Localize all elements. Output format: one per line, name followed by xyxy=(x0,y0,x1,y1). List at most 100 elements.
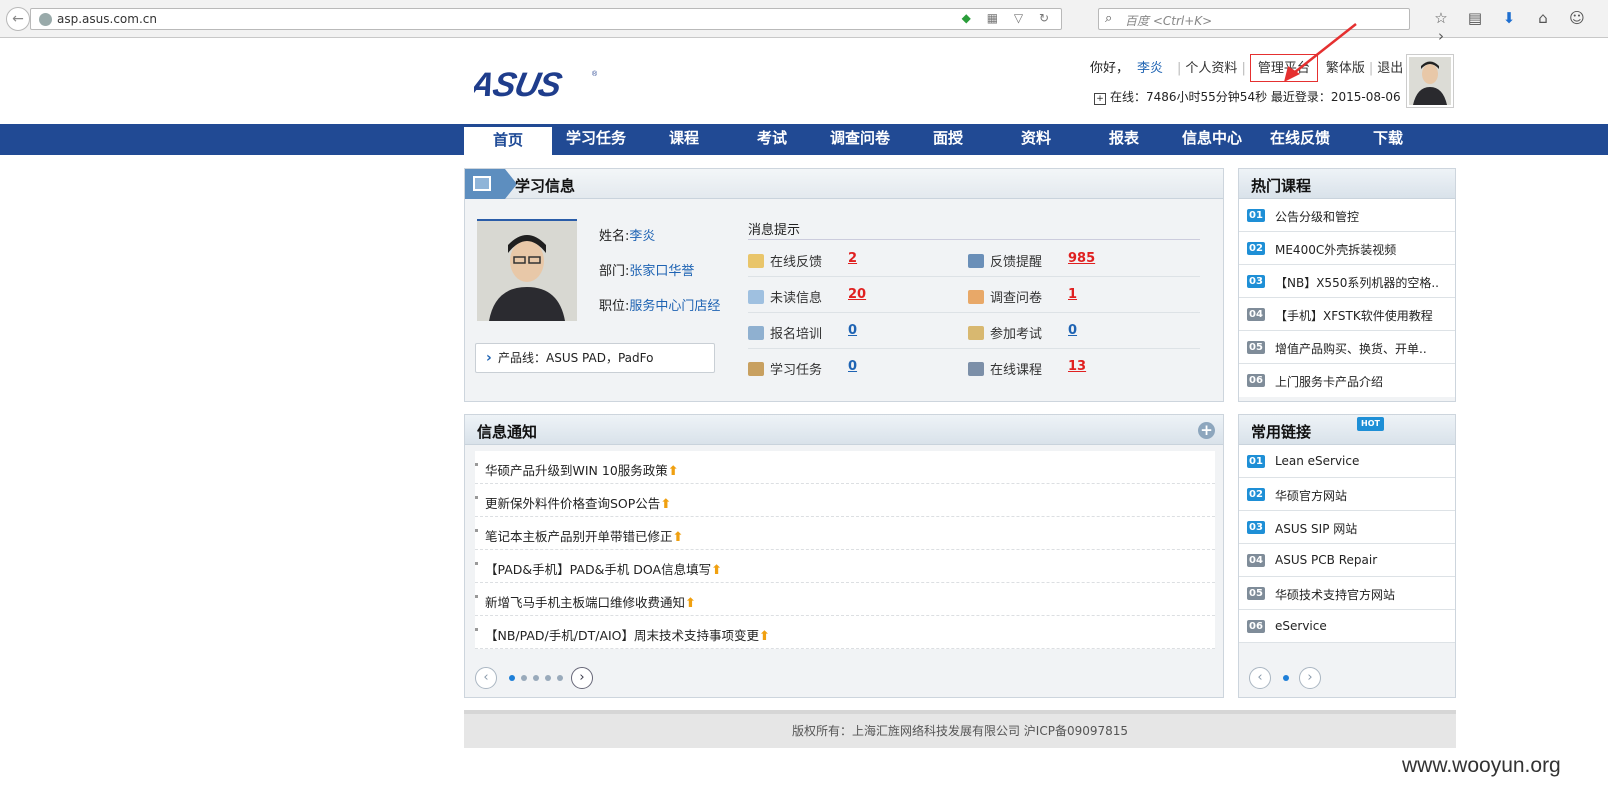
list-item[interactable]: 05 华硕技术支持官方网站 xyxy=(1239,577,1455,610)
list-item[interactable]: 更新保外料件价格查询SOP公告⬆ xyxy=(475,484,1215,517)
search-input[interactable]: ⌕ 百度 <Ctrl+K> xyxy=(1098,8,1410,30)
overflow-icon[interactable]: › xyxy=(1424,27,1458,45)
list-item[interactable]: 04 ASUS PCB Repair xyxy=(1239,544,1455,577)
nav-item-surveys[interactable]: 调查问卷 xyxy=(816,124,904,155)
list-item[interactable]: 03 ASUS SIP 网站 xyxy=(1239,511,1455,544)
list-item[interactable]: 02 华硕官方网站 xyxy=(1239,478,1455,511)
msg-label: 反馈提醒 xyxy=(990,255,1043,270)
link-text[interactable]: eService xyxy=(1275,619,1327,633)
list-item[interactable]: 【NB/PAD/手机/DT/AIO】周末技术支持事项变更⬆ xyxy=(475,616,1215,649)
page-dot[interactable] xyxy=(557,675,563,681)
list-item[interactable]: 04 【手机】XFSTK软件使用教程 xyxy=(1239,298,1455,331)
divider: | xyxy=(1177,61,1182,76)
msg-count-link[interactable]: 2 xyxy=(848,251,857,266)
link-text[interactable]: ASUS PCB Repair xyxy=(1275,553,1377,567)
page-dot[interactable] xyxy=(1283,675,1289,681)
dept-row: 部门:张家口华誉 xyxy=(599,260,694,279)
course-link[interactable]: 上门服务卡产品介绍 xyxy=(1275,373,1383,390)
dropdown-icon[interactable]: ▽ xyxy=(1014,11,1029,25)
dept-value[interactable]: 张家口华誉 xyxy=(629,264,694,279)
download-icon[interactable]: ⬇ xyxy=(1492,9,1526,27)
bookmark-star-icon[interactable]: ☆ xyxy=(1424,9,1458,27)
list-item[interactable]: 05 增值产品购买、换货、开单.. xyxy=(1239,331,1455,364)
search-placeholder: 百度 <Ctrl+K> xyxy=(1125,14,1213,28)
nav-item-reports[interactable]: 报表 xyxy=(1080,124,1168,155)
position-value[interactable]: 服务中心门店经 xyxy=(629,299,720,314)
link-text[interactable]: 华硕技术支持官方网站 xyxy=(1275,586,1395,603)
bullet xyxy=(475,463,478,466)
list-item[interactable]: 【PAD&手机】PAD&手机 DOA信息填写⬆ xyxy=(475,550,1215,583)
list-item[interactable]: 03 【NB】X550系列机器的空格.. xyxy=(1239,265,1455,298)
list-item[interactable]: 06 上门服务卡产品介绍 xyxy=(1239,364,1455,397)
list-item[interactable]: 02 ME400C外壳拆装视频 xyxy=(1239,232,1455,265)
shield-icon[interactable]: ◆ xyxy=(962,11,977,25)
link-text[interactable]: Lean eService xyxy=(1275,454,1359,468)
nav-item-downloads[interactable]: 下载 xyxy=(1344,124,1432,155)
notice-link[interactable]: 【PAD&手机】PAD&手机 DOA信息填写 xyxy=(485,562,711,577)
name-value[interactable]: 李炎 xyxy=(629,229,655,244)
notice-link[interactable]: 笔记本主板产品别开单带错已修正 xyxy=(485,529,673,544)
course-link[interactable]: ME400C外壳拆装视频 xyxy=(1275,241,1396,258)
msg-count-link[interactable]: 0 xyxy=(848,323,857,338)
list-item[interactable]: 华硕产品升级到WIN 10服务政策⬆ xyxy=(475,451,1215,484)
page-dot[interactable] xyxy=(533,675,539,681)
avatar[interactable] xyxy=(1406,54,1454,108)
address-bar[interactable]: asp.asus.com.cn ◆ ▦ ▽ ↻ xyxy=(30,8,1062,30)
course-link[interactable]: 【手机】XFSTK软件使用教程 xyxy=(1275,307,1433,324)
next-page-button[interactable]: › xyxy=(571,667,593,689)
msg-count-link[interactable]: 1 xyxy=(1068,287,1077,302)
page-dot[interactable] xyxy=(545,675,551,681)
msg-count-link[interactable]: 985 xyxy=(1068,251,1095,266)
panel-title: 信息通知 xyxy=(477,423,538,441)
msg-count-link[interactable]: 20 xyxy=(848,287,866,302)
group-icon xyxy=(748,362,764,376)
qr-code-icon[interactable]: ▦ xyxy=(987,11,1004,25)
course-link[interactable]: 【NB】X550系列机器的空格.. xyxy=(1275,274,1439,291)
index-badge: 03 xyxy=(1247,275,1265,288)
nav-item-materials[interactable]: 资料 xyxy=(992,124,1080,155)
msg-label: 调查问卷 xyxy=(990,291,1043,306)
nav-item-courses[interactable]: 课程 xyxy=(640,124,728,155)
list-item[interactable]: 新增飞马手机主板端口维修收费通知⬆ xyxy=(475,583,1215,616)
course-link[interactable]: 增值产品购买、换货、开单.. xyxy=(1275,340,1427,357)
nav-item-exams[interactable]: 考试 xyxy=(728,124,816,155)
page-dot[interactable] xyxy=(509,675,515,681)
notice-link[interactable]: 新增飞马手机主板端口维修收费通知 xyxy=(485,595,685,610)
product-line-box[interactable]: 产品线：ASUS PAD，PadFo xyxy=(475,343,715,373)
user-name-link[interactable]: 李炎 xyxy=(1137,55,1163,83)
greeting-text: 你好， xyxy=(1090,61,1130,76)
msg-count-link[interactable]: 13 xyxy=(1068,359,1086,374)
prev-page-button[interactable]: ‹ xyxy=(475,667,497,689)
logout-link[interactable]: 退出 xyxy=(1377,55,1403,83)
msg-count-link[interactable]: 0 xyxy=(848,359,857,374)
link-text[interactable]: 华硕官方网站 xyxy=(1275,487,1347,504)
course-link[interactable]: 公告分级和管控 xyxy=(1275,208,1359,225)
more-plus-icon[interactable]: + xyxy=(1198,422,1215,439)
hot-badge: HOT xyxy=(1357,417,1384,431)
list-item[interactable]: 01 Lean eService xyxy=(1239,445,1455,478)
notice-link[interactable]: 更新保外料件价格查询SOP公告 xyxy=(485,496,660,511)
nav-item-study-tasks[interactable]: 学习任务 xyxy=(552,124,640,155)
nav-item-face-training[interactable]: 面授 xyxy=(904,124,992,155)
list-item[interactable]: 06 eService xyxy=(1239,610,1455,643)
chat-icon[interactable]: ☺ xyxy=(1560,9,1594,27)
page-dot[interactable] xyxy=(521,675,527,681)
nav-item-info-center[interactable]: 信息中心 xyxy=(1168,124,1256,155)
notice-link[interactable]: 华硕产品升级到WIN 10服务政策 xyxy=(485,463,668,478)
notice-link[interactable]: 【NB/PAD/手机/DT/AIO】周末技术支持事项变更 xyxy=(485,628,759,643)
reading-list-icon[interactable]: ▤ xyxy=(1458,9,1492,27)
nav-item-online-feedback[interactable]: 在线反馈 xyxy=(1256,124,1344,155)
list-item[interactable]: 笔记本主板产品别开单带错已修正⬆ xyxy=(475,517,1215,550)
reload-icon[interactable]: ↻ xyxy=(1039,11,1055,25)
asus-logo[interactable]: ASUS ® xyxy=(474,66,600,100)
link-text[interactable]: ASUS SIP 网站 xyxy=(1275,520,1357,537)
back-arrow-icon[interactable]: ← xyxy=(6,7,30,31)
msg-count-link[interactable]: 0 xyxy=(1068,323,1077,338)
prev-page-button[interactable]: ‹ xyxy=(1249,667,1271,689)
nav-item-home[interactable]: 首页 xyxy=(464,124,552,155)
monitor-icon xyxy=(968,362,984,376)
profile-link[interactable]: 个人资料 xyxy=(1185,55,1237,83)
next-page-button[interactable]: › xyxy=(1299,667,1321,689)
home-icon[interactable]: ⌂ xyxy=(1526,9,1560,27)
list-item[interactable]: 01 公告分级和管控 xyxy=(1239,199,1455,232)
